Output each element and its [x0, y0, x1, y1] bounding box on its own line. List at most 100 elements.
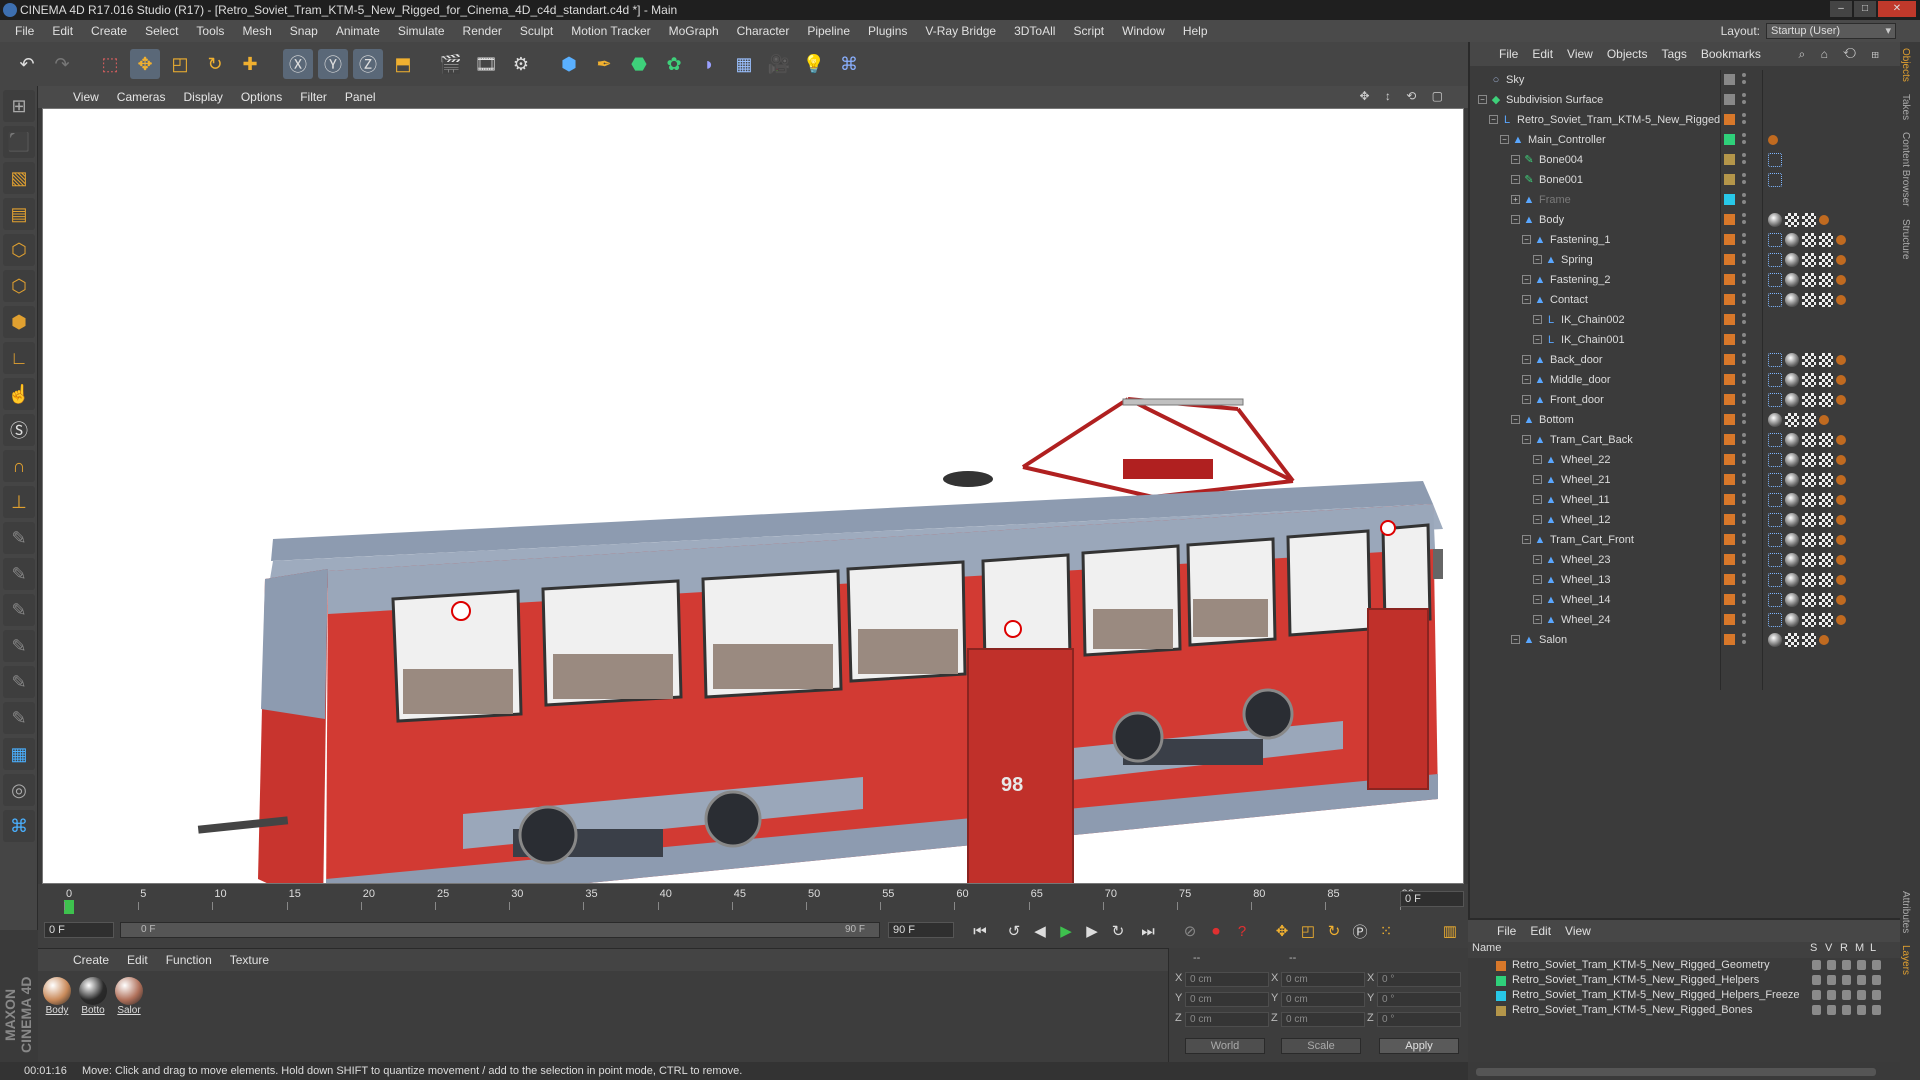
visibility-dots[interactable]	[1742, 233, 1746, 247]
timeline-ruler[interactable]: 051015202530354045505560657075808590 0 F	[38, 884, 1468, 914]
material-menu-edit[interactable]: Edit	[118, 953, 157, 967]
object-row[interactable]: − ▲ Middle_door	[1470, 370, 1902, 390]
viewport-nav-icons[interactable]: ✥ ↕ ⟲ ▢	[1351, 89, 1458, 103]
add-tool-icon[interactable]: ✚	[235, 49, 265, 79]
texture-mode-icon[interactable]: ▧	[3, 162, 35, 194]
ik-tag-icon[interactable]	[1836, 495, 1846, 505]
move-tool-icon[interactable]: ✥	[130, 49, 160, 79]
chk-tag-icon[interactable]	[1819, 513, 1833, 527]
fx-tag-icon[interactable]	[1768, 233, 1782, 247]
layer-color-swatch[interactable]	[1724, 634, 1735, 645]
layer-flag-icon[interactable]	[1872, 975, 1881, 985]
visibility-dots[interactable]	[1742, 313, 1746, 327]
visibility-dots[interactable]	[1742, 473, 1746, 487]
bone-tag-icon[interactable]	[1768, 153, 1782, 167]
chk-tag-icon[interactable]	[1819, 553, 1833, 567]
menu-sculpt[interactable]: Sculpt	[511, 24, 562, 38]
chk-tag-icon[interactable]	[1802, 493, 1816, 507]
chk-tag-icon[interactable]	[1802, 213, 1816, 227]
menu-mesh[interactable]: Mesh	[233, 24, 280, 38]
ball-tag-icon[interactable]	[1768, 633, 1782, 647]
object-row[interactable]: − ▲ Wheel_11	[1470, 490, 1902, 510]
ball-tag-icon[interactable]	[1785, 573, 1799, 587]
menu-snap[interactable]: Snap	[281, 24, 327, 38]
visibility-dots[interactable]	[1742, 493, 1746, 507]
fx-tag-icon[interactable]	[1768, 433, 1782, 447]
fx-tag-icon[interactable]	[1768, 393, 1782, 407]
chk-tag-icon[interactable]	[1802, 453, 1816, 467]
snap-icon[interactable]: Ⓢ	[3, 414, 35, 446]
side-tab-takes[interactable]: Takes	[1900, 88, 1911, 126]
rotate-tool-icon[interactable]: ↻	[200, 49, 230, 79]
ik-tag-icon[interactable]	[1836, 235, 1846, 245]
fx-tag-icon[interactable]	[1768, 513, 1782, 527]
render-view-icon[interactable]: 🎬	[436, 49, 466, 79]
layer-color-swatch[interactable]	[1724, 114, 1735, 125]
menu-pipeline[interactable]: Pipeline	[798, 24, 859, 38]
layer-menu-file[interactable]: File	[1490, 924, 1523, 938]
layer-flag-icon[interactable]	[1857, 960, 1866, 970]
object-row[interactable]: − ▲ Front_door	[1470, 390, 1902, 410]
current-frame-field[interactable]: 0 F	[1400, 891, 1464, 907]
chk-tag-icon[interactable]	[1819, 373, 1833, 387]
ik-tag-icon[interactable]	[1836, 295, 1846, 305]
chk-tag-icon[interactable]	[1802, 273, 1816, 287]
record-position-icon[interactable]: ⊘	[1178, 920, 1202, 942]
ik-tag-icon[interactable]	[1836, 355, 1846, 365]
key-scale-icon[interactable]: ◰	[1296, 920, 1320, 942]
layer-color-swatch[interactable]	[1724, 454, 1735, 465]
size-x-field[interactable]: 0 cm	[1281, 972, 1365, 987]
menu-window[interactable]: Window	[1113, 24, 1174, 38]
layer-color-swatch[interactable]	[1724, 134, 1735, 145]
menu-mograph[interactable]: MoGraph	[660, 24, 728, 38]
ik-tag-icon[interactable]	[1836, 595, 1846, 605]
layer-row[interactable]: Retro_Soviet_Tram_KTM-5_New_Rigged_Geome…	[1468, 958, 1900, 973]
side-tab-structure[interactable]: Structure	[1900, 213, 1911, 266]
expand-toggle-icon[interactable]: −	[1522, 235, 1531, 244]
expand-toggle-icon[interactable]: −	[1533, 315, 1542, 324]
expand-toggle-icon[interactable]: −	[1522, 375, 1531, 384]
object-row[interactable]: − ▲ Wheel_23	[1470, 550, 1902, 570]
chk-tag-icon[interactable]	[1819, 613, 1833, 627]
object-row[interactable]: − ▲ Wheel_21	[1470, 470, 1902, 490]
object-row[interactable]: ○ Sky	[1470, 70, 1902, 90]
chk-tag-icon[interactable]	[1802, 433, 1816, 447]
menu-character[interactable]: Character	[728, 24, 799, 38]
ball-tag-icon[interactable]	[1785, 233, 1799, 247]
ball-tag-icon[interactable]	[1768, 213, 1782, 227]
object-menu-tags[interactable]: Tags	[1655, 47, 1694, 61]
layer-color-swatch[interactable]	[1724, 254, 1735, 265]
brush-tool-1-icon[interactable]: ✎	[3, 522, 35, 554]
ik-tag-icon[interactable]	[1836, 555, 1846, 565]
expand-toggle-icon[interactable]: −	[1533, 455, 1542, 464]
layer-color-swatch[interactable]	[1724, 594, 1735, 605]
ik-tag-icon[interactable]	[1819, 635, 1829, 645]
ik-tag-icon[interactable]	[1768, 135, 1778, 145]
visibility-dots[interactable]	[1742, 93, 1746, 107]
expand-toggle-icon[interactable]: −	[1489, 115, 1498, 124]
layer-color-swatch[interactable]	[1496, 1006, 1506, 1016]
layer-color-swatch[interactable]	[1724, 214, 1735, 225]
object-manager-tool-icons[interactable]: ⌕ ⌂ ⟲ ⊞	[1792, 47, 1892, 62]
perspective-viewport[interactable]: 98	[42, 108, 1464, 884]
chk-tag-icon[interactable]	[1785, 213, 1799, 227]
brush-tool-4-icon[interactable]: ✎	[3, 630, 35, 662]
fx-tag-icon[interactable]	[1768, 493, 1782, 507]
viewport-menu-options[interactable]: Options	[232, 90, 291, 104]
menu-file[interactable]: File	[6, 24, 43, 38]
chk-tag-icon[interactable]	[1819, 573, 1833, 587]
position-z-field[interactable]: 0 cm	[1185, 1012, 1269, 1027]
autokey-icon[interactable]: ?	[1230, 920, 1254, 942]
redo-icon[interactable]: ↷	[47, 49, 77, 79]
material-preview-ball[interactable]	[79, 977, 107, 1005]
light-icon[interactable]: 💡	[799, 49, 829, 79]
object-row[interactable]: − ◆ Subdivision Surface	[1470, 90, 1902, 110]
layer-color-swatch[interactable]	[1724, 154, 1735, 165]
visibility-dots[interactable]	[1742, 533, 1746, 547]
floor-icon[interactable]: ▦	[729, 49, 759, 79]
visibility-dots[interactable]	[1742, 173, 1746, 187]
side-tab-objects[interactable]: Objects	[1900, 42, 1911, 88]
menu-v-ray-bridge[interactable]: V-Ray Bridge	[916, 24, 1005, 38]
chk-tag-icon[interactable]	[1802, 413, 1816, 427]
rotation-p-field[interactable]: 0 °	[1377, 992, 1461, 1007]
